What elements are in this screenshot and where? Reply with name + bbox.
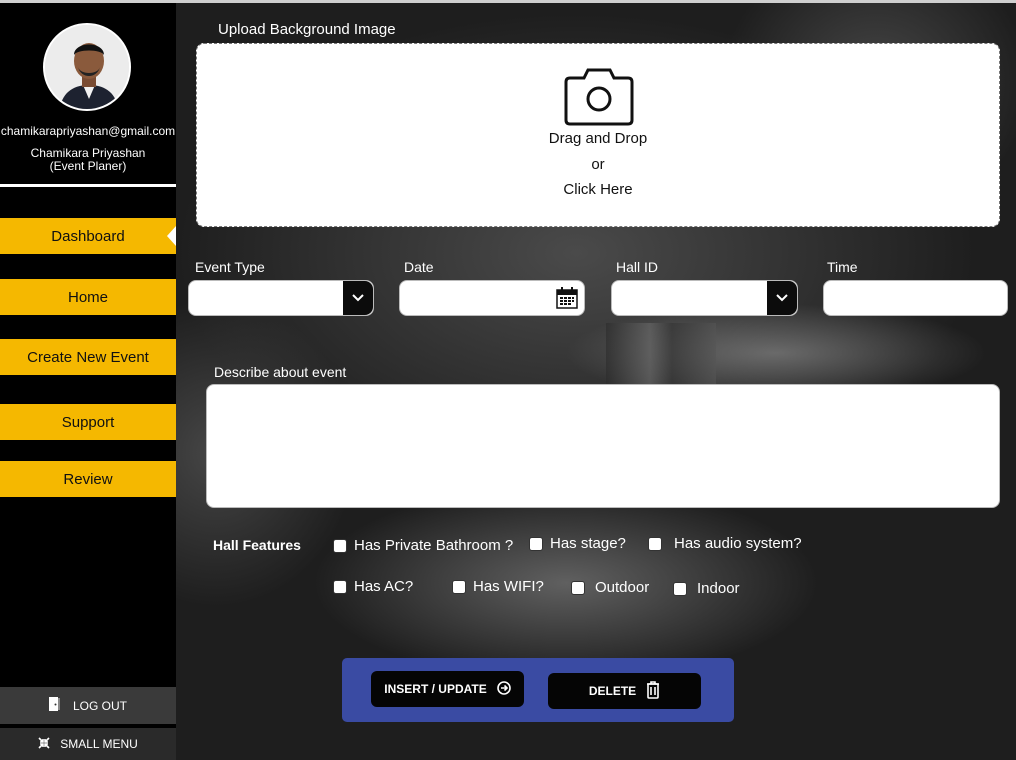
insert-update-label: INSERT / UPDATE xyxy=(384,682,487,696)
chevron-down-icon[interactable] xyxy=(767,281,797,315)
nav-home[interactable]: Home xyxy=(0,279,176,315)
upload-or-text: or xyxy=(591,156,605,173)
user-email: chamikarapriyashan@gmail.com xyxy=(0,124,176,138)
checkbox-label: Indoor xyxy=(697,580,740,597)
small-menu-button[interactable]: SMALL MENU xyxy=(0,728,176,760)
checkbox-label: Has audio system? xyxy=(674,535,802,552)
describe-textarea[interactable] xyxy=(206,384,1000,508)
delete-label: DELETE xyxy=(588,684,637,698)
avatar[interactable] xyxy=(43,23,131,111)
user-role: (Event Planer) xyxy=(49,159,127,173)
logout-button[interactable]: LOG OUT xyxy=(0,687,176,724)
checkbox-box[interactable] xyxy=(333,538,347,553)
checkbox-stage[interactable]: Has stage? xyxy=(529,535,626,552)
logout-label: LOG OUT xyxy=(72,698,127,713)
checkbox-indoor[interactable]: Indoor xyxy=(673,580,740,597)
checkbox-box[interactable] xyxy=(333,579,347,594)
nav-review-label: Review xyxy=(63,470,113,488)
user-name: Chamikara Priyashan xyxy=(30,146,146,160)
top-border xyxy=(0,0,1016,3)
nav-support-label: Support xyxy=(61,413,115,431)
sidebar-divider xyxy=(0,184,176,187)
hall-features-title: Hall Features xyxy=(213,537,301,553)
trash-icon xyxy=(646,680,660,702)
chevron-down-icon[interactable] xyxy=(343,281,373,315)
upload-drag-text: Drag and Drop xyxy=(548,130,648,147)
nav-dashboard-label: Dashboard xyxy=(51,227,125,245)
nav-home-label: Home xyxy=(67,288,108,306)
checkbox-private-bathroom[interactable]: Has Private Bathroom ? xyxy=(333,537,513,554)
nav-review[interactable]: Review xyxy=(0,461,176,497)
checkbox-audio-system[interactable]: Has audio system? xyxy=(648,535,802,552)
checkbox-label: Has stage? xyxy=(550,535,626,552)
event-type-select[interactable] xyxy=(188,280,374,316)
time-label: Time xyxy=(827,259,858,275)
small-menu-label: SMALL MENU xyxy=(60,737,138,751)
checkbox-box[interactable] xyxy=(673,581,687,596)
checkbox-box[interactable] xyxy=(452,579,466,594)
delete-button[interactable]: DELETE xyxy=(548,673,701,709)
checkbox-label: Has AC? xyxy=(354,578,414,595)
logout-icon xyxy=(48,697,61,714)
checkbox-label: Has Private Bathroom ? xyxy=(354,537,514,554)
checkbox-outdoor[interactable]: Outdoor xyxy=(571,579,649,596)
hall-id-label: Hall ID xyxy=(616,259,659,275)
hall-id-select[interactable] xyxy=(611,280,798,316)
background-glass xyxy=(606,323,716,393)
checkbox-label: Outdoor xyxy=(595,579,650,596)
nav-create-new-event[interactable]: Create New Event xyxy=(0,339,176,375)
insert-update-button[interactable]: INSERT / UPDATE xyxy=(371,671,524,707)
checkbox-label: Has WIFI? xyxy=(473,578,544,595)
upload-title: Upload Background Image xyxy=(218,21,396,38)
collapse-icon xyxy=(38,736,50,752)
checkbox-wifi[interactable]: Has WIFI? xyxy=(452,578,544,595)
describe-label: Describe about event xyxy=(214,364,347,380)
checkbox-box[interactable] xyxy=(571,580,585,595)
date-input[interactable] xyxy=(399,280,585,316)
event-type-label: Event Type xyxy=(195,259,265,275)
nav-support[interactable]: Support xyxy=(0,404,176,440)
checkbox-ac[interactable]: Has AC? xyxy=(333,578,413,595)
arrow-right-circle-icon xyxy=(496,680,511,698)
date-label: Date xyxy=(404,259,434,275)
sidebar: chamikarapriyashan@gmail.com Chamikara P… xyxy=(0,3,176,760)
nav-dashboard[interactable]: Dashboard xyxy=(0,218,176,254)
nav-create-new-event-label: Create New Event xyxy=(27,348,149,366)
upload-click-text: Click Here xyxy=(563,181,633,198)
upload-dropzone[interactable]: Drag and Drop or Click Here xyxy=(196,43,1000,227)
checkbox-box[interactable] xyxy=(529,536,543,551)
camera-icon xyxy=(564,64,634,133)
time-input[interactable] xyxy=(823,280,1008,316)
checkbox-box[interactable] xyxy=(648,536,662,551)
calendar-icon[interactable] xyxy=(556,287,578,314)
